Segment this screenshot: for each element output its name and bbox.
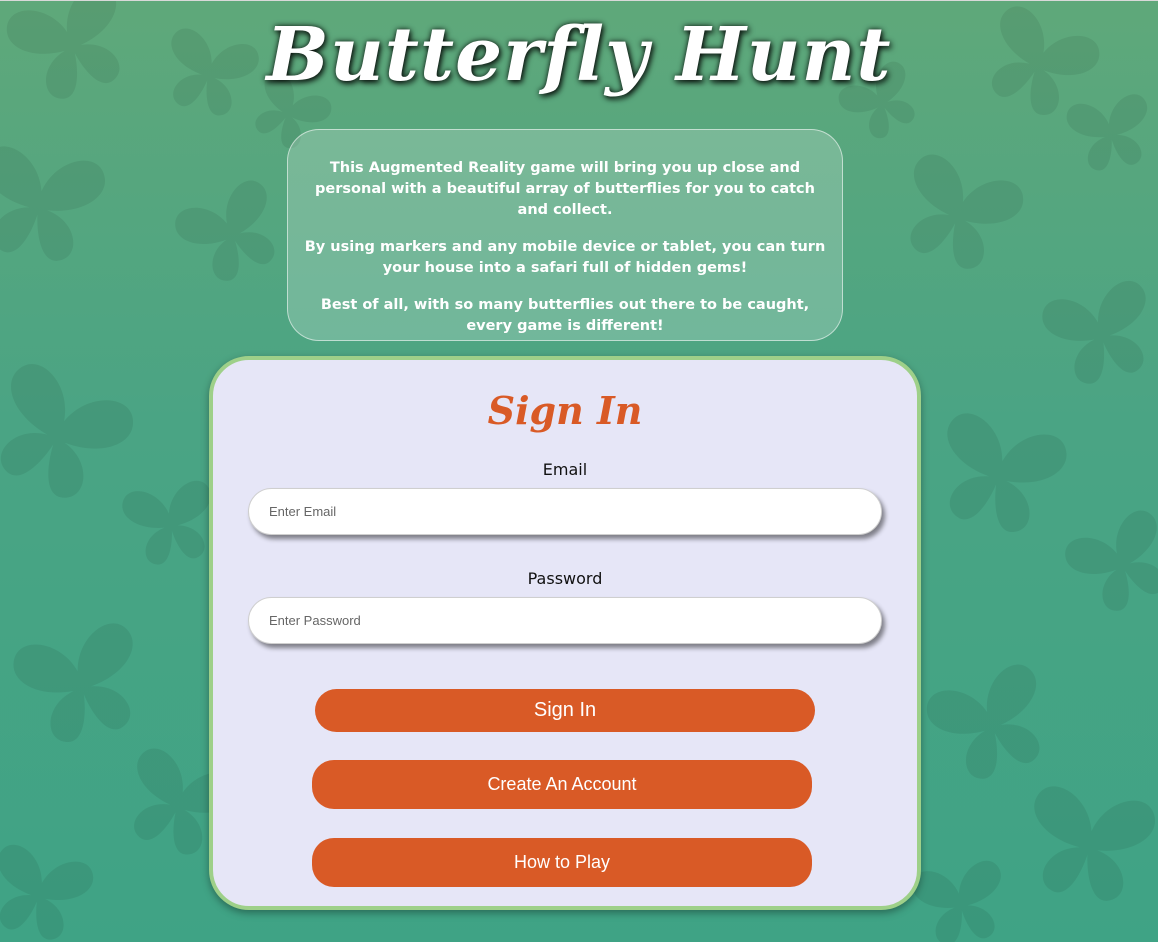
top-border-line (0, 0, 1158, 1)
intro-paragraph: By using markers and any mobile device o… (304, 239, 826, 276)
signin-card: Sign In Email Password Sign In Create An… (209, 356, 921, 910)
password-label: Password (527, 569, 603, 588)
intro-panel: This Augmented Reality game will bring y… (287, 129, 843, 341)
create-account-button[interactable]: Create An Account (312, 760, 812, 809)
signin-button[interactable]: Sign In (315, 689, 815, 732)
how-to-play-button[interactable]: How to Play (312, 838, 812, 887)
app-title: Butterfly Hunt (266, 12, 892, 98)
intro-paragraph: Best of all, with so many butterflies ou… (320, 297, 810, 334)
intro-paragraph: This Augmented Reality game will bring y… (315, 160, 815, 218)
email-label: Email (542, 460, 588, 479)
signin-heading: Sign In (487, 388, 643, 433)
password-field[interactable] (248, 597, 882, 644)
email-field[interactable] (248, 488, 882, 535)
